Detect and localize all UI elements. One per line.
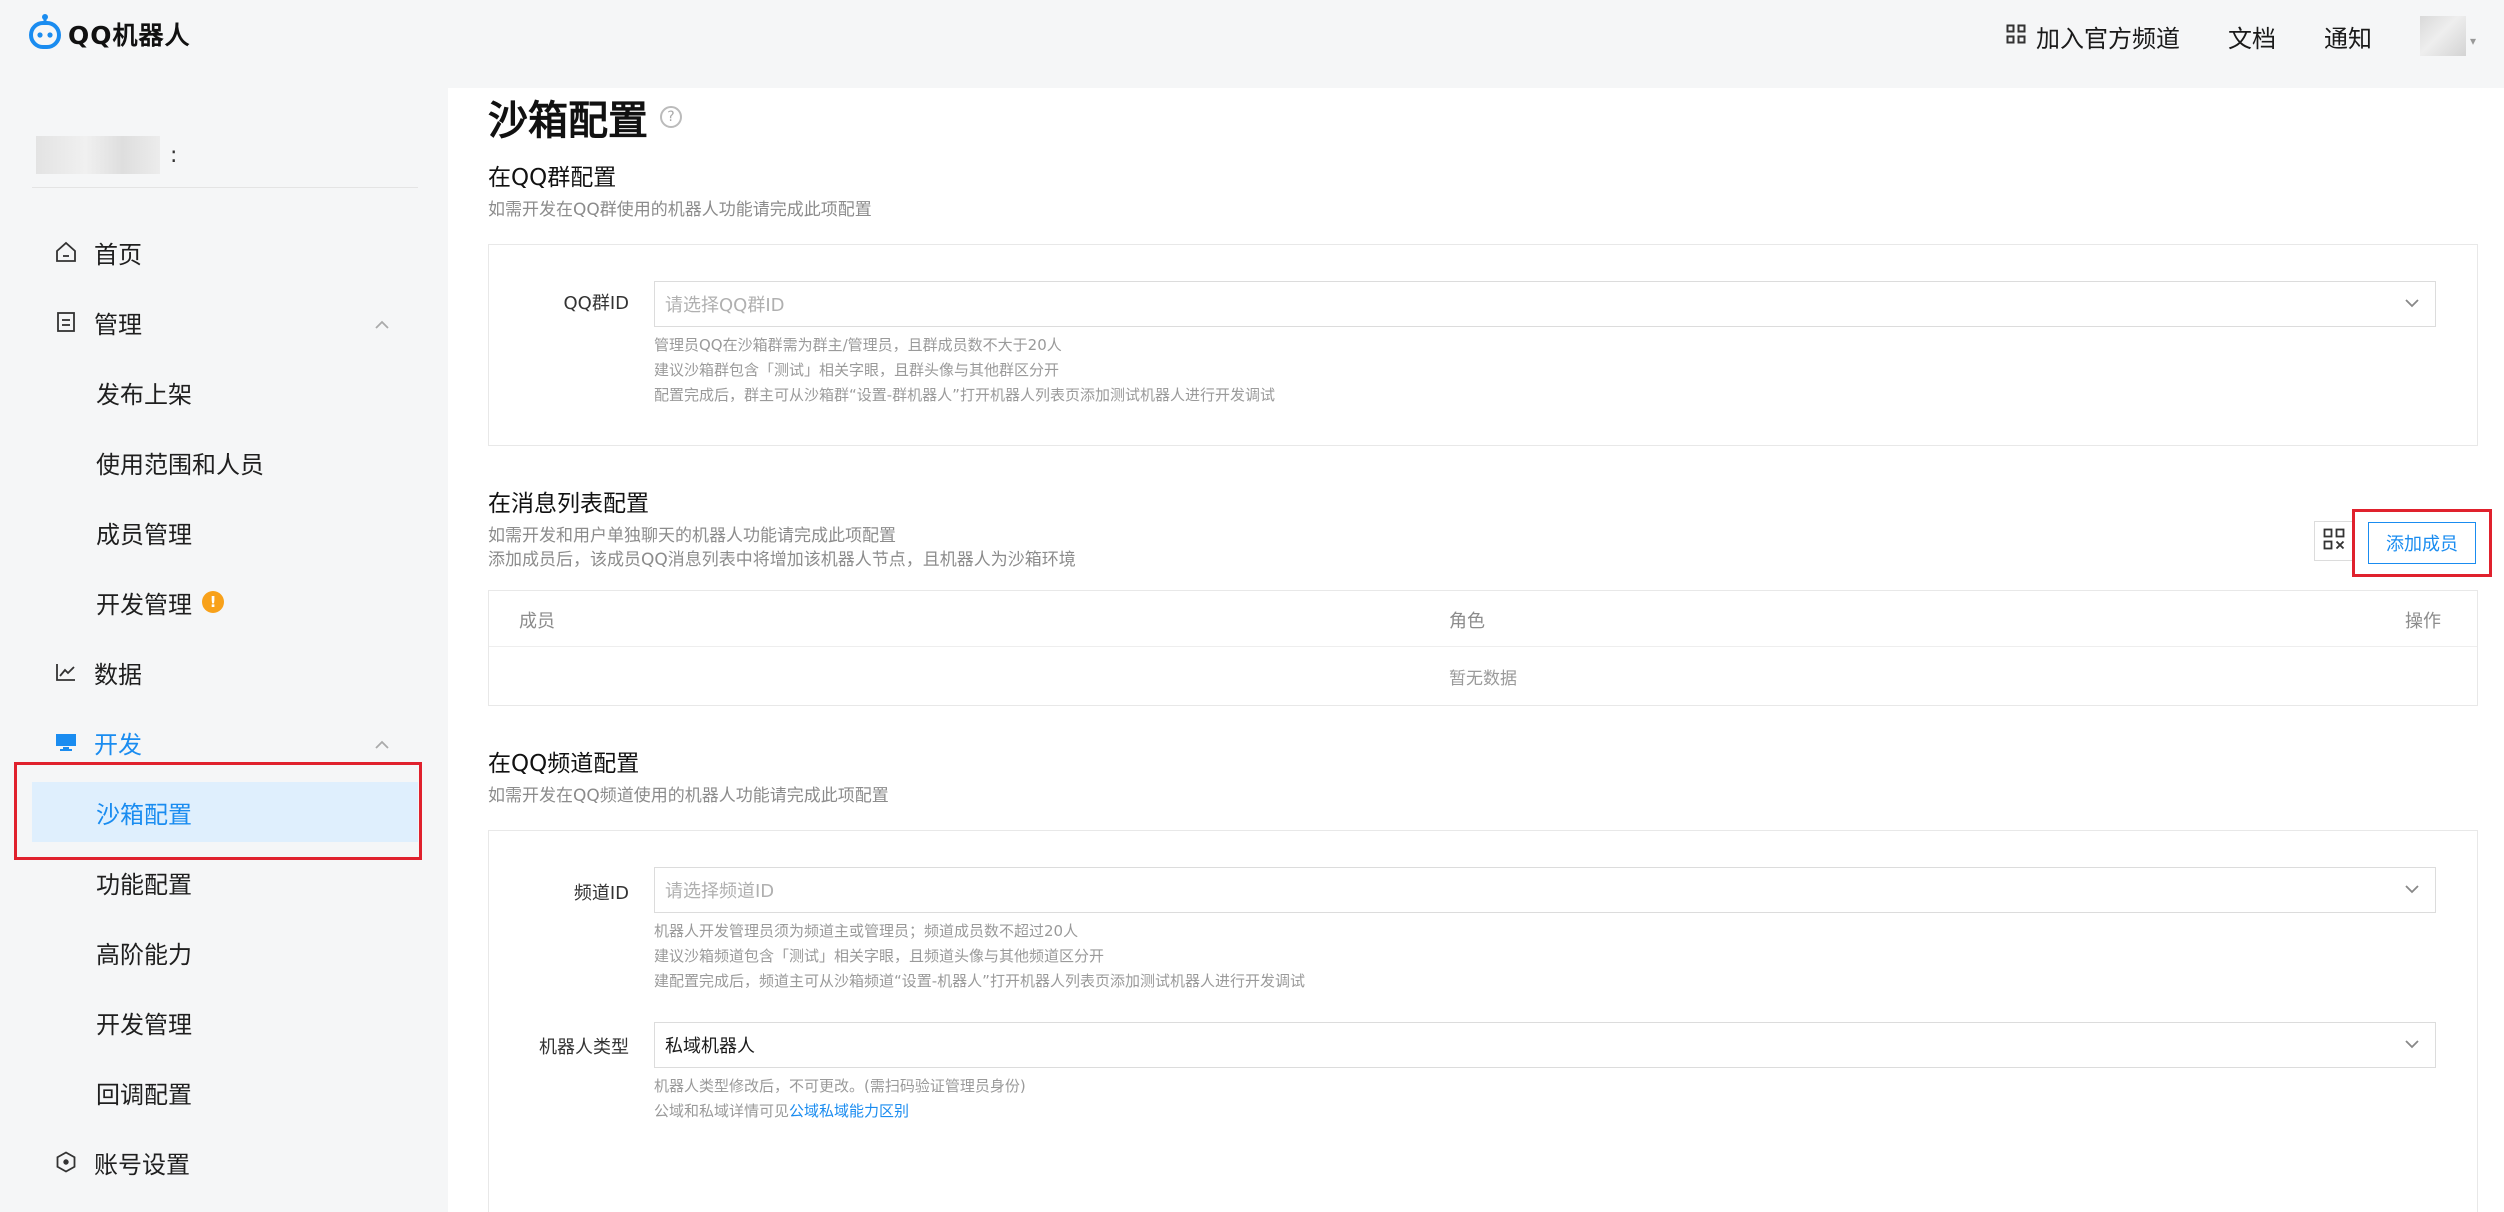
- sidebar-item-member-manage[interactable]: 成员管理: [32, 502, 418, 562]
- page-title-text: 沙箱配置: [488, 98, 648, 144]
- desc-line: 添加成员后，该成员QQ消息列表中将增加该机器人节点，且机器人为沙箱环境: [488, 550, 1076, 570]
- section-title-msglist: 在消息列表配置: [488, 491, 649, 517]
- column-header-member: 成员: [519, 611, 555, 632]
- sidebar-item-dev-manage-2[interactable]: 开发管理: [32, 992, 418, 1052]
- hint-line: 建议沙箱频道包含「测试」相关字眼，且频道头像与其他频道区分开: [654, 947, 1105, 965]
- chevron-down-icon: [2403, 1035, 2421, 1058]
- column-header-role: 角色: [1449, 611, 1485, 632]
- column-header-actions: 操作: [2405, 611, 2441, 632]
- help-icon[interactable]: ?: [660, 106, 682, 128]
- chevron-down-icon: [2403, 294, 2421, 317]
- sidebar-item-label: 首页: [94, 240, 142, 269]
- sidebar-item-home[interactable]: 首页: [32, 222, 418, 282]
- document-icon: [54, 310, 78, 334]
- qq-group-id-placeholder: 请选择QQ群ID: [665, 295, 785, 316]
- app-name-redacted: [36, 136, 160, 174]
- home-icon: [54, 240, 78, 264]
- public-private-diff-link[interactable]: 公域私域能力区别: [789, 1102, 909, 1120]
- hint-prefix: 公域和私域详情可见: [654, 1102, 790, 1120]
- hint-line: 机器人类型修改后，不可更改。(需扫码验证管理员身份): [654, 1077, 1026, 1095]
- top-bar: QQ机器人 加入官方频道 文档 通知 ▾: [0, 0, 2504, 88]
- logo[interactable]: QQ机器人: [28, 14, 191, 54]
- channel-id-select[interactable]: 请选择频道ID: [654, 867, 2436, 913]
- channel-hints: 机器人开发管理员须为频道主或管理员；频道成员数不超过20人 建议沙箱频道包含「测…: [654, 919, 1305, 994]
- sidebar-item-data[interactable]: 数据: [32, 642, 418, 702]
- chevron-down-icon: [2403, 880, 2421, 903]
- sidebar-item-label: 开发: [94, 730, 142, 759]
- bot-type-select[interactable]: 私域机器人: [654, 1022, 2436, 1068]
- sidebar-item-feature-config[interactable]: 功能配置: [32, 852, 418, 912]
- section-desc-group: 如需开发在QQ群使用的机器人功能请完成此项配置: [488, 200, 872, 220]
- qq-group-id-label: QQ群ID: [563, 293, 629, 314]
- line-chart-icon: [54, 660, 78, 684]
- table-header: 成员 角色 操作: [489, 591, 2477, 647]
- section-desc-msglist: 如需开发和用户单独聊天的机器人功能请完成此项配置 添加成员后，该成员QQ消息列表…: [488, 524, 1076, 572]
- sidebar-item-manage[interactable]: 管理: [32, 292, 418, 352]
- highlight-box-sandbox: [14, 762, 422, 860]
- app-name-suffix: :: [170, 142, 178, 168]
- docs-link[interactable]: 文档: [2228, 19, 2276, 54]
- sidebar-item-label: 开发管理: [96, 590, 192, 619]
- hint-line: 管理员QQ在沙箱群需为群主/管理员，且群成员数不大于20人: [654, 336, 1062, 354]
- hint-line: 建配置完成后，频道主可从沙箱频道“设置-机器人”打开机器人列表页添加测试机器人进…: [654, 972, 1305, 990]
- join-official-channel-label: 加入官方频道: [2035, 24, 2180, 53]
- sidebar-item-account-settings[interactable]: 账号设置: [32, 1132, 418, 1192]
- sidebar-item-scope-members[interactable]: 使用范围和人员: [32, 432, 418, 492]
- caret-down-icon: ▾: [2469, 34, 2476, 48]
- sidebar-item-publish[interactable]: 发布上架: [32, 362, 418, 422]
- sidebar-item-dev-manage[interactable]: 开发管理 !: [32, 572, 418, 632]
- sidebar-item-label: 账号设置: [94, 1150, 190, 1179]
- user-menu[interactable]: ▾: [2419, 16, 2476, 56]
- logo-text: QQ机器人: [68, 21, 191, 50]
- sidebar-item-advanced[interactable]: 高阶能力: [32, 922, 418, 982]
- bot-type-label: 机器人类型: [539, 1037, 629, 1058]
- sidebar-item-label: 数据: [94, 660, 142, 689]
- channel-config-card: 频道ID 请选择频道ID 机器人开发管理员须为频道主或管理员；频道成员数不超过2…: [488, 830, 2478, 1212]
- avatar: [2419, 16, 2466, 56]
- group-hints: 管理员QQ在沙箱群需为群主/管理员，且群成员数不大于20人 建议沙箱群包含「测试…: [654, 333, 1275, 408]
- warning-badge-icon: !: [202, 591, 224, 613]
- robot-logo-icon: [28, 14, 62, 54]
- qrcode-icon: [2323, 528, 2345, 554]
- hint-line-with-link: 公域和私域详情可见公域私域能力区别: [654, 1099, 1026, 1124]
- bot-type-hints: 机器人类型修改后，不可更改。(需扫码验证管理员身份) 公域和私域详情可见公域私域…: [654, 1074, 1026, 1124]
- chevron-up-icon: [374, 308, 390, 336]
- sidebar-item-callback-config[interactable]: 回调配置: [32, 1062, 418, 1122]
- qrcode-button[interactable]: [2314, 521, 2354, 561]
- channel-id-placeholder: 请选择频道ID: [665, 881, 775, 902]
- qq-group-id-select[interactable]: 请选择QQ群ID: [654, 281, 2436, 327]
- group-config-card: QQ群ID 请选择QQ群ID 管理员QQ在沙箱群需为群主/管理员，且群成员数不大…: [488, 244, 2478, 446]
- empty-state: 暂无数据: [1449, 668, 1517, 689]
- hexagon-icon: [54, 1150, 78, 1174]
- join-official-channel-link[interactable]: 加入官方频道: [2006, 19, 2180, 54]
- divider: [32, 187, 418, 188]
- section-desc-channel: 如需开发在QQ频道使用的机器人功能请完成此项配置: [488, 786, 889, 806]
- main-content: 沙箱配置 ? 在QQ群配置 如需开发在QQ群使用的机器人功能请完成此项配置 QQ…: [448, 88, 2504, 1212]
- app-name: :: [36, 136, 177, 174]
- notify-link[interactable]: 通知: [2324, 19, 2372, 54]
- section-title-channel: 在QQ频道配置: [488, 751, 640, 777]
- monitor-icon: [54, 730, 78, 754]
- channel-id-label: 频道ID: [573, 883, 629, 904]
- highlight-box-add-member: [2352, 509, 2492, 577]
- member-table: 成员 角色 操作 暂无数据: [488, 590, 2478, 706]
- hint-line: 配置完成后，群主可从沙箱群“设置-群机器人”打开机器人列表页添加测试机器人进行开…: [654, 386, 1275, 404]
- sidebar-item-label: 管理: [94, 310, 142, 339]
- chevron-up-icon: [374, 728, 390, 756]
- sidebar: : 首页 管理 发布上架 使用范围和人员 成员管理 开发管理 ! 数据 开发 沙…: [0, 88, 448, 1212]
- grid-icon: [2006, 22, 2026, 50]
- page-title: 沙箱配置 ?: [488, 88, 682, 146]
- section-title-group: 在QQ群配置: [488, 165, 617, 191]
- bot-type-value: 私域机器人: [665, 1036, 755, 1057]
- desc-line: 如需开发和用户单独聊天的机器人功能请完成此项配置: [488, 526, 896, 546]
- hint-line: 机器人开发管理员须为频道主或管理员；频道成员数不超过20人: [654, 922, 1079, 940]
- hint-line: 建议沙箱群包含「测试」相关字眼，且群头像与其他群区分开: [654, 361, 1060, 379]
